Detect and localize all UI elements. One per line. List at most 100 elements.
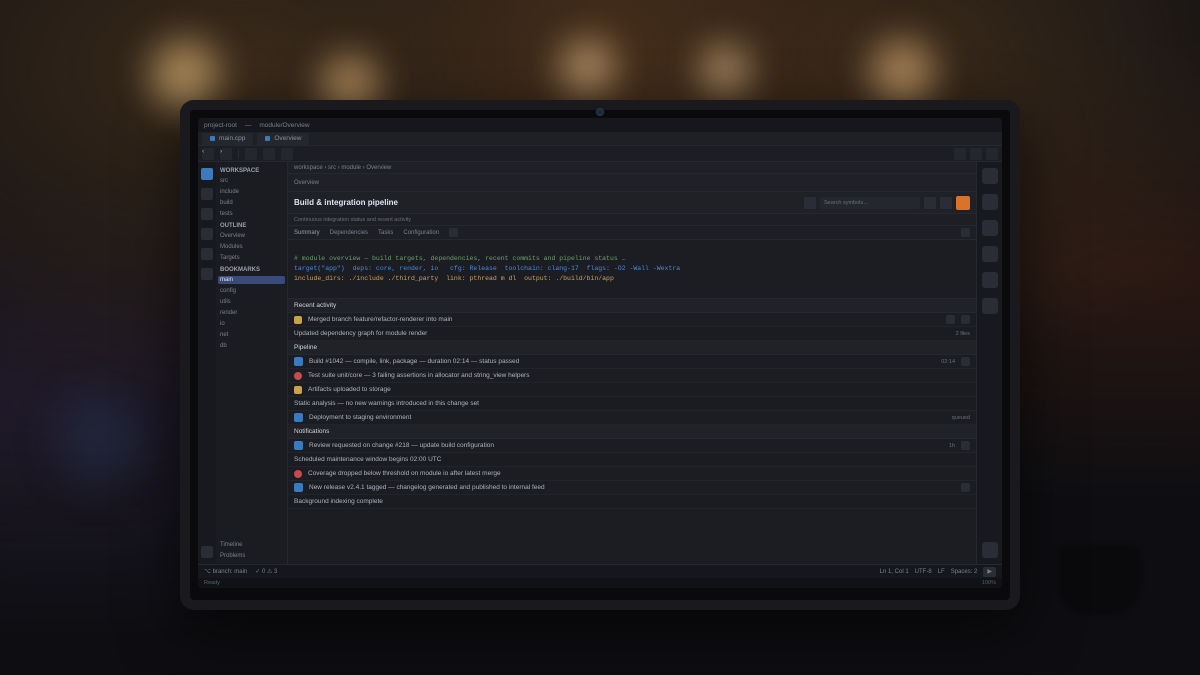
cursor-position[interactable]: Ln 1, Col 1: [880, 569, 909, 575]
grid-view-icon[interactable]: [961, 228, 970, 237]
row-text: Artifacts uploaded to storage: [308, 386, 970, 393]
help-icon[interactable]: [982, 298, 998, 314]
undo-icon[interactable]: [263, 148, 275, 160]
panel-kicker: Overview: [294, 180, 319, 186]
row-text: Static analysis — no new warnings introd…: [294, 400, 970, 407]
explorer-item[interactable]: Targets: [220, 254, 283, 262]
explorer-section-header: OUTLINE: [220, 223, 283, 229]
explorer-footer-item[interactable]: Problems: [220, 552, 283, 560]
error-icon: [294, 470, 302, 478]
redo-icon[interactable]: [281, 148, 293, 160]
explorer-item[interactable]: Modules: [220, 243, 283, 251]
settings-icon[interactable]: [201, 546, 213, 558]
list-item[interactable]: Artifacts uploaded to storage: [288, 383, 976, 397]
list-item[interactable]: Review requested on change #218 — update…: [288, 439, 976, 453]
layout-icon[interactable]: [954, 148, 966, 160]
status-bar: ⌥ branch: main ✓ 0 ⚠ 3 Ln 1, Col 1 UTF-8…: [198, 564, 1002, 578]
explorer-item[interactable]: tests: [220, 210, 283, 218]
toolbar-separator: [238, 149, 239, 159]
collapse-icon[interactable]: [982, 542, 998, 558]
more-icon[interactable]: [986, 148, 998, 160]
status-icon: [294, 483, 303, 492]
list-item[interactable]: Updated dependency graph for module rend…: [288, 327, 976, 341]
explorer-item[interactable]: Overview: [220, 232, 283, 240]
branch-indicator[interactable]: ⌥ branch: main: [204, 568, 247, 575]
eol-indicator[interactable]: LF: [938, 569, 945, 575]
panel-tab[interactable]: Summary: [294, 230, 320, 236]
refresh-icon[interactable]: [940, 197, 952, 209]
expand-icon[interactable]: [449, 228, 458, 237]
bookmarks-icon[interactable]: [982, 272, 998, 288]
explorer-icon[interactable]: [201, 168, 213, 180]
row-text: Coverage dropped below threshold on modu…: [308, 470, 970, 477]
explorer-item[interactable]: utils: [220, 298, 283, 306]
extensions-icon[interactable]: [201, 248, 213, 260]
nav-back-button[interactable]: ‹: [202, 148, 214, 160]
ide-window: project-root — module/Overview main.cpp …: [198, 118, 1002, 588]
editor-tab[interactable]: main.cpp: [202, 133, 253, 145]
explorer-item[interactable]: include: [220, 188, 283, 196]
encoding-indicator[interactable]: UTF-8: [915, 569, 932, 575]
outline-icon[interactable]: [982, 168, 998, 184]
filter-icon[interactable]: [924, 197, 936, 209]
terminal-icon[interactable]: [982, 220, 998, 236]
explorer-item[interactable]: render: [220, 309, 283, 317]
nav-forward-button[interactable]: ›: [220, 148, 232, 160]
problems-indicator[interactable]: ✓ 0 ⚠ 3: [255, 568, 277, 575]
bokeh-light: [870, 40, 935, 105]
debug-icon[interactable]: [201, 228, 213, 240]
run-button[interactable]: [956, 196, 970, 210]
code-preview: # module overview — build targets, depen…: [288, 240, 976, 299]
save-icon[interactable]: [245, 148, 257, 160]
panel-header: Overview: [288, 174, 976, 192]
explorer-item[interactable]: io: [220, 320, 283, 328]
explorer-item[interactable]: db: [220, 342, 283, 350]
code-line: # module overview — build targets, depen…: [294, 255, 626, 262]
list-item[interactable]: Background indexing complete: [288, 495, 976, 509]
database-icon[interactable]: [982, 246, 998, 262]
section-header: Pipeline: [288, 341, 976, 355]
editor-main: workspace › src › module › Overview Over…: [288, 162, 976, 564]
split-editor-icon[interactable]: [970, 148, 982, 160]
explorer-footer-item[interactable]: Timeline: [220, 541, 283, 549]
search-icon[interactable]: [201, 188, 213, 200]
list-item[interactable]: Static analysis — no new warnings introd…: [288, 397, 976, 411]
explorer-section-header: WORKSPACE: [220, 168, 283, 174]
info-icon[interactable]: [804, 197, 816, 209]
source-control-icon[interactable]: [201, 208, 213, 220]
main-toolbar: ‹ ›: [198, 146, 1002, 162]
preview-icon[interactable]: [982, 194, 998, 210]
explorer-item-selected[interactable]: main: [218, 276, 285, 284]
list-item[interactable]: Merged branch feature/refactor-renderer …: [288, 313, 976, 327]
row-action-icon[interactable]: [961, 441, 970, 450]
indent-indicator[interactable]: Spaces: 2: [951, 569, 978, 575]
row-action-icon[interactable]: [961, 483, 970, 492]
search-placeholder: Search symbols…: [824, 200, 869, 206]
explorer-item[interactable]: net: [220, 331, 283, 339]
list-item[interactable]: Coverage dropped below threshold on modu…: [288, 467, 976, 481]
row-action-icon[interactable]: [961, 357, 970, 366]
panel-tabs: Summary Dependencies Tasks Configuration: [288, 226, 976, 240]
explorer-item[interactable]: config: [220, 287, 283, 295]
panel-tab[interactable]: Tasks: [378, 230, 393, 236]
webcam-icon: [596, 108, 604, 116]
row-action-icon[interactable]: [946, 315, 955, 324]
list-item[interactable]: Deployment to staging environment queued: [288, 411, 976, 425]
run-indicator[interactable]: ▶: [983, 567, 996, 577]
panel-tab[interactable]: Configuration: [403, 230, 439, 236]
testing-icon[interactable]: [201, 268, 213, 280]
explorer-item[interactable]: build: [220, 199, 283, 207]
list-item[interactable]: Build #1042 — compile, link, package — d…: [288, 355, 976, 369]
file-type-icon: [265, 136, 270, 141]
search-input[interactable]: Search symbols…: [820, 197, 920, 209]
panel-tab[interactable]: Dependencies: [330, 230, 368, 236]
breadcrumb[interactable]: workspace › src › module › Overview: [288, 162, 976, 174]
list-item[interactable]: New release v2.4.1 tagged — changelog ge…: [288, 481, 976, 495]
explorer-item[interactable]: src: [220, 177, 283, 185]
row-action-icon[interactable]: [961, 315, 970, 324]
editor-tab[interactable]: Overview: [257, 133, 309, 145]
row-meta: 02:14: [941, 359, 955, 365]
list-item[interactable]: Test suite unit/core — 3 failing asserti…: [288, 369, 976, 383]
list-item[interactable]: Scheduled maintenance window begins 02:0…: [288, 453, 976, 467]
file-type-icon: [210, 136, 215, 141]
